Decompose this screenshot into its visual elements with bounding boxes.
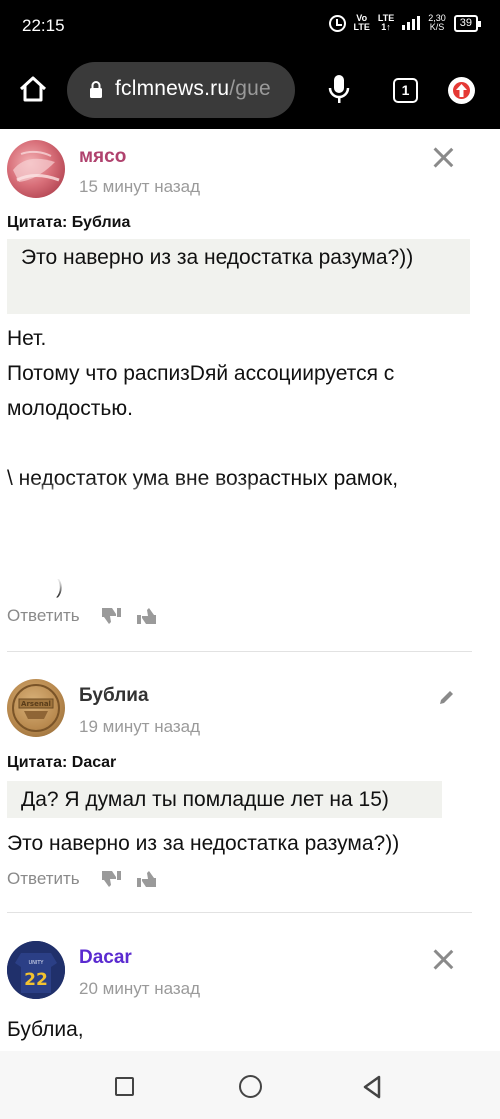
thumb-up-icon[interactable]: [136, 869, 158, 889]
thumb-up-icon[interactable]: [136, 606, 158, 626]
comments-list: мясо 15 минут назад Цитата: Бублиа Это н…: [0, 129, 500, 1051]
tabs-icon[interactable]: 1: [393, 78, 418, 103]
quote-label: Цитата: Бублиа: [7, 214, 131, 231]
jersey-icon: UNITY 22: [7, 941, 65, 999]
home-nav-icon[interactable]: [239, 1075, 262, 1098]
lte-indicator: LTE 1↑: [377, 13, 395, 32]
arsenal-text: Arsenal: [21, 700, 51, 708]
comment-author[interactable]: Бублиа: [79, 685, 149, 707]
thumb-down-icon[interactable]: [100, 869, 122, 889]
comment-body: Бублиа,: [7, 1018, 84, 1041]
update-icon[interactable]: [448, 77, 475, 104]
browser-toolbar: fclmnews.ru/gue 1: [0, 50, 500, 129]
status-time: 22:15: [22, 16, 65, 35]
quote-box: Это наверно из за недостатка разума?)): [7, 239, 470, 314]
avatar[interactable]: Arsenal: [7, 679, 65, 737]
comment-author[interactable]: Dacar: [79, 947, 132, 969]
comment-time: 19 минут назад: [79, 717, 201, 736]
avatar[interactable]: [7, 140, 65, 198]
back-icon[interactable]: [361, 1075, 383, 1099]
reply-button[interactable]: Ответить: [7, 606, 80, 626]
edit-icon[interactable]: [438, 688, 456, 706]
status-bar: 22:15 Vo LTE LTE 1↑ 2,30 K/S 39: [0, 0, 500, 50]
redacted-area: [0, 501, 290, 579]
recents-icon[interactable]: [115, 1077, 134, 1096]
reply-button[interactable]: Ответить: [7, 869, 80, 889]
comment-actions: Ответить: [7, 606, 158, 626]
divider: [7, 912, 472, 913]
net-speed: 2,30 K/S: [428, 13, 446, 32]
close-icon[interactable]: [432, 948, 454, 970]
quote-box: Да? Я думал ты помладше лет на 15): [7, 781, 442, 818]
status-icons: Vo LTE LTE 1↑ 2,30 K/S 39: [328, 13, 482, 32]
system-nav-bar: [0, 1051, 500, 1119]
thumb-down-icon[interactable]: [100, 606, 122, 626]
lock-icon: [90, 81, 102, 98]
comment-time: 20 минут назад: [79, 979, 201, 998]
volte-indicator: Vo LTE: [353, 13, 370, 32]
url-text: fclmnews.ru/gue: [115, 77, 271, 100]
alarm-icon: [328, 14, 346, 32]
avatar[interactable]: UNITY 22: [7, 941, 65, 999]
comment-time: 15 минут назад: [79, 177, 201, 196]
jersey-number: 22: [24, 970, 48, 990]
comment-body: Нет. Потому что распизDяй ассоциируется …: [7, 327, 399, 490]
divider: [7, 651, 472, 652]
battery-icon: 39: [453, 14, 482, 32]
comment-author[interactable]: мясо: [79, 146, 126, 168]
close-icon[interactable]: [432, 146, 454, 168]
jersey-top-text: UNITY: [29, 960, 45, 966]
home-icon[interactable]: [18, 75, 48, 103]
mic-icon[interactable]: [328, 74, 350, 104]
meat-image: [13, 150, 60, 182]
signal-icon: [402, 16, 421, 30]
arsenal-crest-icon: Arsenal: [12, 684, 60, 732]
quote-label: Цитата: Dacar: [7, 754, 117, 771]
address-bar[interactable]: fclmnews.ru/gue: [67, 62, 295, 118]
comment-actions: Ответить: [7, 869, 158, 889]
comment-body: Это наверно из за недостатка разума?)): [7, 832, 400, 855]
